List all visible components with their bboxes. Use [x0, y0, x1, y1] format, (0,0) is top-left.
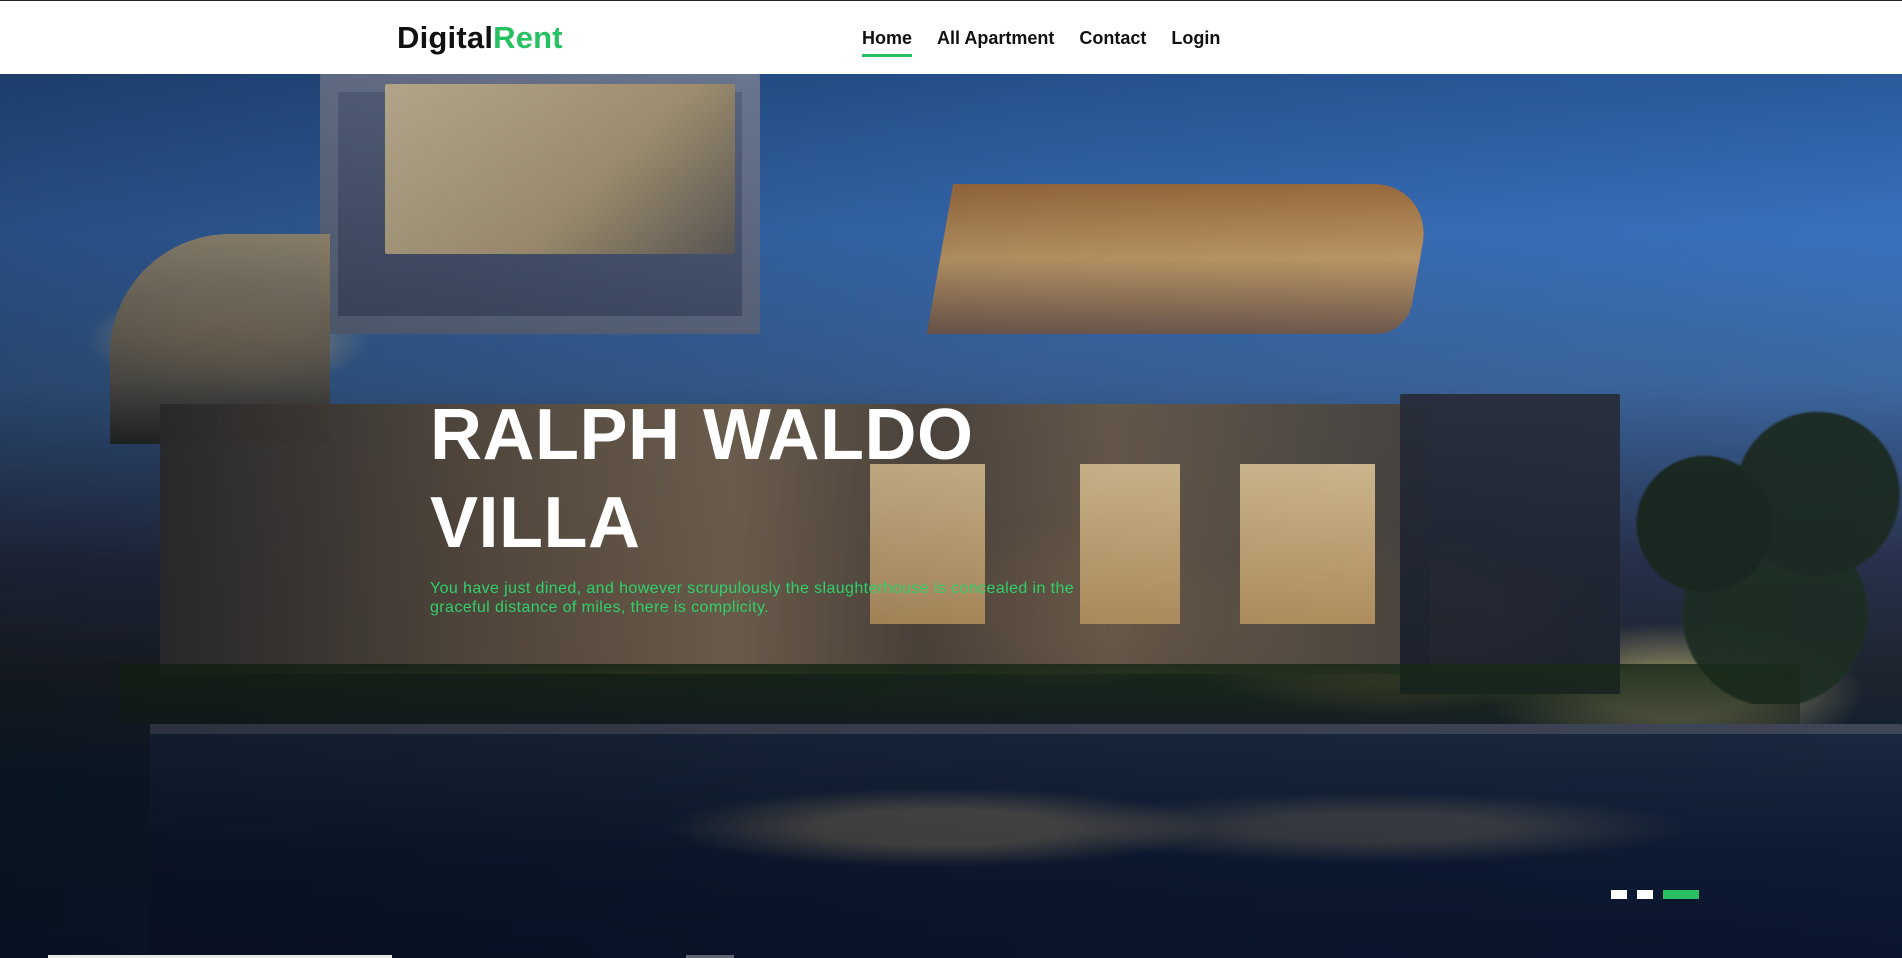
main-navigation: Home All Apartment Contact Login — [862, 26, 1220, 57]
brand-logo[interactable]: DigitalRent — [397, 19, 563, 57]
nav-item-all-apartment[interactable]: All Apartment — [937, 26, 1054, 57]
hero-slider: RALPH WALDO VILLA You have just dined, a… — [0, 74, 1902, 958]
hero-title: RALPH WALDO VILLA — [430, 395, 974, 563]
nav-item-home[interactable]: Home — [862, 26, 913, 57]
hero-caption: RALPH WALDO VILLA You have just dined, a… — [430, 391, 1110, 617]
slider-pagination — [1611, 890, 1699, 899]
slider-dot-3-active[interactable] — [1663, 890, 1699, 899]
top-navigation-bar: DigitalRent Home All Apartment Contact L… — [0, 0, 1902, 74]
nav-item-contact[interactable]: Contact — [1079, 26, 1146, 57]
brand-name-accent: Rent — [493, 20, 563, 55]
nav-item-login[interactable]: Login — [1171, 26, 1220, 57]
slider-dot-1[interactable] — [1611, 890, 1627, 899]
slider-dot-2[interactable] — [1637, 890, 1653, 899]
brand-name-primary: Digital — [397, 20, 494, 55]
hero-subtitle: You have just dined, and however scrupul… — [430, 580, 1075, 616]
